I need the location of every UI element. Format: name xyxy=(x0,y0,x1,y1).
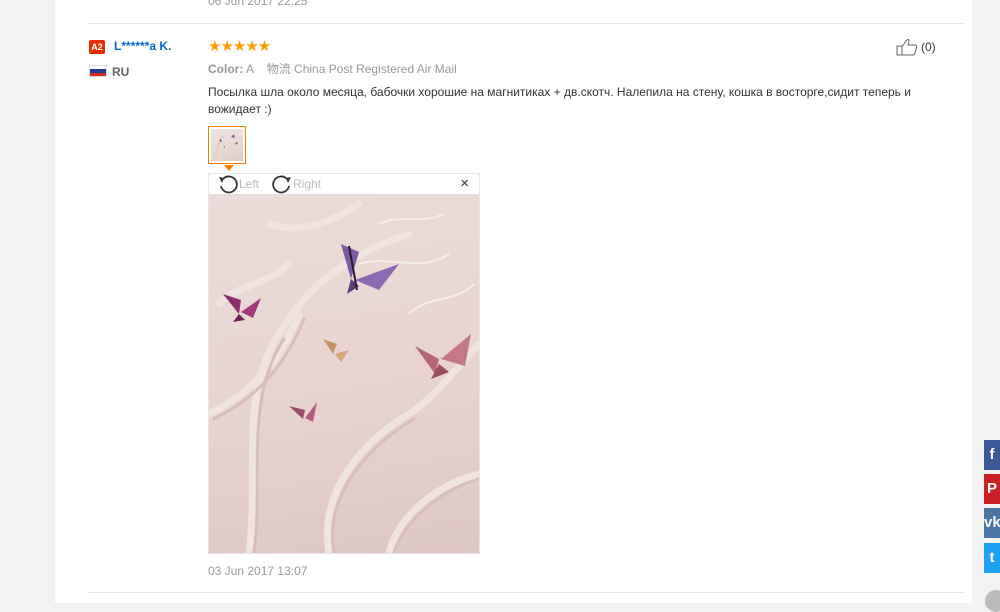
rotate-left-icon xyxy=(219,175,238,194)
review-photo-thumbnail[interactable] xyxy=(208,126,246,164)
review-divider-bottom xyxy=(88,592,965,593)
rotate-right-label: Right xyxy=(293,177,322,191)
butterfly-rose xyxy=(415,334,471,379)
twitter-icon: t xyxy=(989,549,995,566)
previous-review-date: 06 Jun 2017 22:25 xyxy=(208,0,308,8)
share-twitter-button[interactable]: t xyxy=(984,543,1000,573)
review-text: Посылка шла около месяца, бабочки хороши… xyxy=(208,85,911,116)
shipping-label: 物流 xyxy=(266,62,291,76)
buyer-level-badge: A2 xyxy=(89,40,105,54)
helpful-count: (0) xyxy=(921,40,936,54)
rotate-right-icon xyxy=(272,175,291,194)
reviewer-name: L******a K. xyxy=(114,39,172,53)
review-date: 03 Jun 2017 13:07 xyxy=(208,564,308,578)
thumbnail-image xyxy=(211,129,243,161)
butterfly-magenta xyxy=(223,294,261,322)
thumbnail-pointer xyxy=(224,165,234,171)
review-photo xyxy=(209,194,479,553)
reviewer-country: RU xyxy=(112,65,130,79)
viewer-toolbar: Left Right × xyxy=(209,174,479,194)
photo-viewer: Left Right × xyxy=(208,173,480,554)
vk-icon: vk xyxy=(984,514,1000,531)
star-rating: ★★★★★ xyxy=(208,38,271,55)
review-divider xyxy=(88,23,965,24)
color-label: Color: xyxy=(208,62,244,76)
rotate-left-button[interactable]: Left xyxy=(217,174,259,194)
order-info: Color: A 物流 China Post Registered Air Ma… xyxy=(208,60,457,77)
facebook-icon: f xyxy=(989,446,995,463)
thumbs-up-icon xyxy=(896,39,918,56)
pinterest-icon: P xyxy=(986,480,997,497)
scroll-to-top-button[interactable] xyxy=(985,590,1000,612)
butterfly-small-pink xyxy=(289,402,317,422)
close-icon[interactable]: × xyxy=(460,176,469,192)
rotate-right-button[interactable]: Right xyxy=(271,174,321,194)
share-pinterest-button[interactable]: P xyxy=(984,474,1000,504)
rotate-left-label: Left xyxy=(239,177,260,191)
share-facebook-button[interactable]: f xyxy=(984,440,1000,470)
helpful-button[interactable]: (0) xyxy=(896,38,936,56)
shipping-value: China Post Registered Air Mail xyxy=(294,62,457,76)
russia-flag-icon xyxy=(89,65,107,77)
share-vk-button[interactable]: vk xyxy=(984,508,1000,538)
butterfly-beige xyxy=(323,339,349,362)
color-value: A xyxy=(246,62,254,76)
